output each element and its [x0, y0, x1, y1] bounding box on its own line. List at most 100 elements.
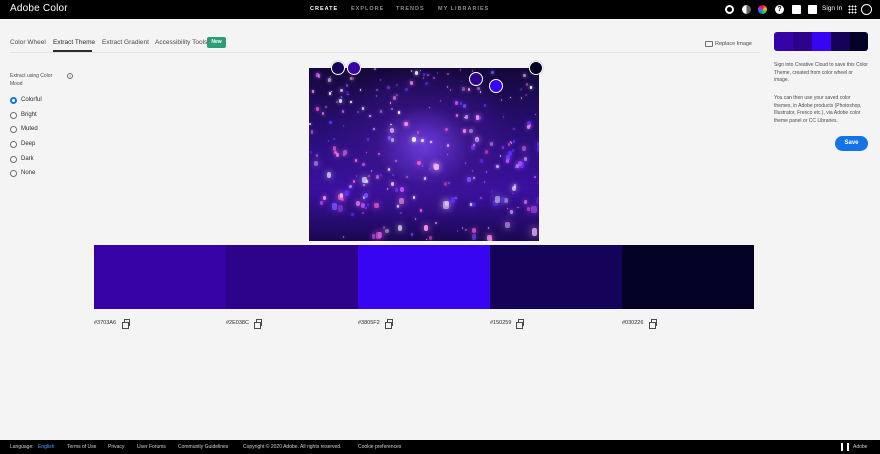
radio-colorful[interactable] — [10, 97, 17, 104]
lantern-light — [472, 234, 477, 240]
lantern-light — [536, 146, 539, 153]
lantern-light — [510, 96, 512, 99]
copy-icon[interactable] — [254, 319, 262, 329]
nav-explore[interactable]: EXPLORE — [351, 6, 384, 12]
theme-swatch-1[interactable] — [94, 245, 226, 309]
nav-trends[interactable]: TRENDS — [396, 6, 425, 12]
lantern-light — [530, 86, 533, 89]
sign-in-link[interactable]: Sign In — [822, 5, 842, 12]
tab-extract-theme[interactable]: Extract Theme — [53, 39, 95, 46]
language-selector[interactable]: English — [38, 444, 54, 450]
radio-label-deep[interactable]: Deep — [21, 141, 35, 147]
radio-label-muted[interactable]: Muted — [21, 126, 38, 132]
color-picker-handle[interactable] — [331, 61, 345, 75]
radio-muted[interactable] — [10, 126, 17, 133]
theme-swatch-3[interactable] — [358, 245, 490, 309]
lantern-light — [405, 87, 408, 91]
app-grid-icon[interactable] — [848, 5, 857, 14]
cookie-preferences-link[interactable]: Cookie preferences — [358, 444, 401, 450]
nav-my-libraries[interactable]: MY LIBRARIES — [438, 6, 489, 12]
lantern-light — [490, 190, 493, 194]
hex-value[interactable]: #2E038C — [226, 320, 249, 326]
lantern-light — [473, 143, 475, 146]
contrast-icon[interactable] — [742, 5, 751, 14]
radio-label-none[interactable]: None — [21, 170, 35, 176]
hex-value[interactable]: #3703A6 — [94, 320, 116, 326]
lantern-light — [462, 103, 466, 109]
lantern-light — [361, 211, 364, 215]
radio-label-colorful[interactable]: Colorful — [21, 97, 42, 103]
language-label: Language: — [10, 444, 34, 450]
source-image[interactable] — [309, 68, 539, 241]
tab-color-wheel[interactable]: Color Wheel — [10, 39, 46, 46]
radio-dark[interactable] — [10, 156, 17, 163]
settings-icon[interactable] — [725, 5, 734, 14]
lantern-light — [359, 88, 362, 91]
radio-label-bright[interactable]: Bright — [21, 112, 37, 118]
tab-divider — [10, 52, 760, 53]
lantern-light — [317, 74, 321, 78]
radio-bright[interactable] — [10, 112, 17, 119]
lantern-light — [531, 206, 537, 214]
lantern-light — [461, 226, 464, 229]
color-picker-handle[interactable] — [489, 79, 503, 93]
color-wheel-icon[interactable] — [758, 5, 767, 14]
radio-none[interactable] — [10, 170, 17, 177]
copy-icon[interactable] — [385, 319, 393, 329]
user-forums-link[interactable]: User Forums — [137, 444, 166, 450]
lantern-light — [507, 150, 512, 156]
nav-create[interactable]: CREATE — [310, 6, 338, 12]
lantern-light — [512, 149, 515, 152]
lantern-light — [335, 152, 339, 158]
hex-value[interactable]: #030226 — [622, 320, 643, 326]
chat-icon[interactable] — [808, 5, 817, 14]
lantern-light — [428, 106, 431, 109]
lantern-light — [342, 124, 345, 127]
lantern-light — [466, 176, 471, 182]
lantern-light — [512, 139, 516, 144]
lantern-light — [513, 127, 516, 130]
lantern-light — [535, 113, 537, 116]
feedback-icon[interactable] — [792, 5, 801, 14]
color-picker-handle[interactable] — [529, 61, 543, 75]
theme-swatch-2[interactable] — [226, 245, 358, 309]
copy-icon[interactable] — [516, 319, 524, 329]
radio-label-dark[interactable]: Dark — [21, 156, 34, 162]
hex-value[interactable]: #3805F2 — [358, 320, 380, 326]
lantern-light — [388, 136, 391, 140]
theme-swatch-4[interactable] — [490, 245, 622, 309]
app-title[interactable]: Adobe Color — [10, 3, 68, 14]
theme-preview — [774, 32, 868, 51]
lantern-light — [328, 140, 330, 142]
lantern-light — [374, 203, 379, 209]
tab-accessibility-tools[interactable]: Accessibility Tools — [155, 39, 207, 46]
color-picker-handle[interactable] — [347, 61, 361, 75]
copy-icon[interactable] — [649, 319, 657, 329]
lantern-light — [471, 169, 474, 172]
lantern-light — [361, 107, 364, 110]
image-icon[interactable] — [705, 41, 713, 47]
help-icon[interactable]: ? — [775, 5, 784, 14]
copy-icon[interactable] — [122, 319, 130, 329]
lantern-light — [509, 210, 513, 215]
info-icon[interactable]: ? — [67, 73, 73, 79]
lantern-light — [371, 170, 373, 172]
creative-cloud-icon[interactable] — [861, 4, 872, 15]
lantern-light — [444, 200, 449, 207]
lantern-light — [477, 86, 480, 91]
theme-swatch-5[interactable] — [622, 245, 754, 309]
lantern-light — [434, 163, 439, 170]
tab-extract-gradient[interactable]: Extract Gradient — [102, 39, 149, 46]
lantern-light — [382, 226, 385, 230]
community-guidelines-link[interactable]: Community Guidelines — [178, 444, 228, 450]
hex-value[interactable]: #150259 — [490, 320, 511, 326]
radio-deep[interactable] — [10, 141, 17, 148]
privacy-link[interactable]: Privacy — [108, 444, 124, 450]
save-button[interactable]: Save — [835, 136, 868, 151]
color-picker-handle[interactable] — [469, 72, 483, 86]
lantern-light — [366, 151, 368, 154]
terms-link[interactable]: Terms of Use — [67, 444, 96, 450]
replace-image-button[interactable]: Replace Image — [715, 41, 752, 47]
lantern-light — [396, 83, 399, 87]
lantern-light — [523, 73, 526, 77]
